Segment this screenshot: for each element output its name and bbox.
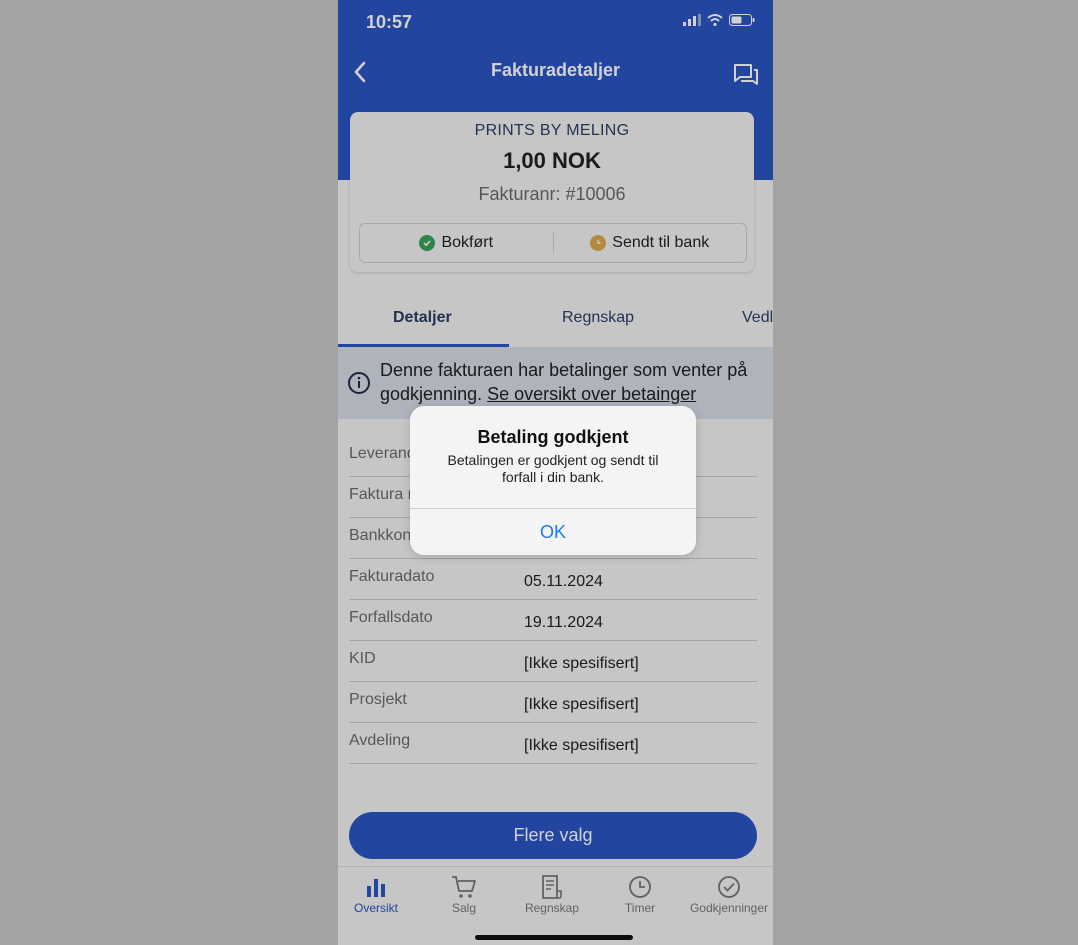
alert-message: Betalingen er godkjent og sendt til forf…: [447, 452, 659, 485]
payment-approved-alert: Betaling godkjent Betalingen er godkjent…: [410, 406, 696, 555]
alert-ok-button[interactable]: OK: [410, 509, 696, 555]
alert-title: Betaling godkjent: [477, 427, 629, 447]
